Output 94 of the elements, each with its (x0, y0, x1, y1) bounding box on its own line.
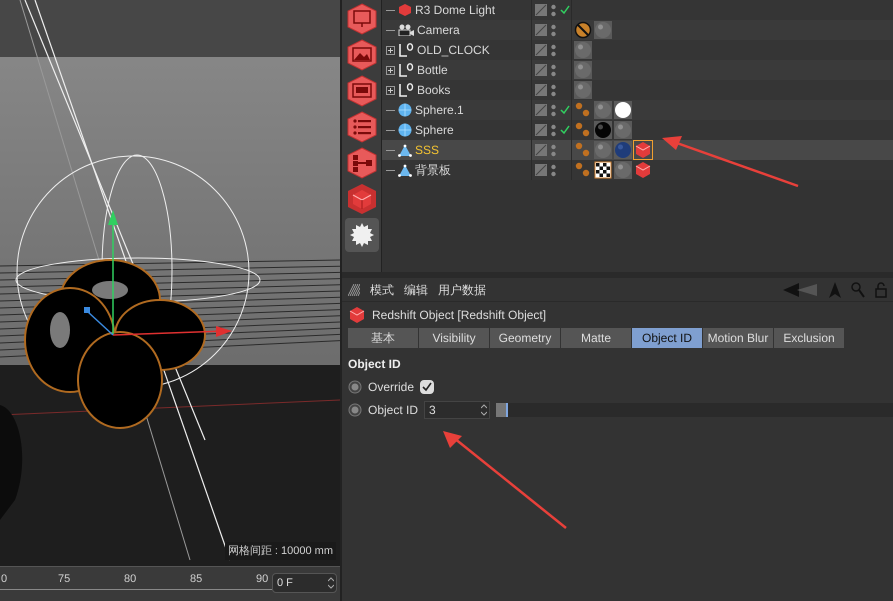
tab[interactable]: 基本 (348, 328, 418, 348)
section-heading: Object ID (347, 356, 402, 373)
material-ball-icon[interactable] (594, 121, 612, 139)
null-object-icon (398, 83, 414, 97)
frame-number: 85 (190, 572, 202, 587)
checkmark-icon (422, 382, 432, 392)
light-icon (398, 4, 412, 16)
tab[interactable]: Object ID (632, 328, 702, 348)
enabled-check-icon[interactable] (560, 125, 570, 135)
visibility-dots-icon[interactable] (551, 164, 556, 176)
timeline-ruler[interactable]: 0 75 80 85 90 (0, 567, 272, 601)
object-name: 背景板 (415, 162, 451, 179)
object-row[interactable]: Camera (382, 20, 893, 40)
frame-number: 75 (58, 572, 70, 587)
layer-toggle-icon[interactable] (535, 144, 547, 156)
layer-toggle-icon[interactable] (535, 64, 547, 76)
prohibited-icon[interactable] (574, 21, 592, 39)
visibility-dots-icon[interactable] (551, 124, 556, 136)
hierarchy-icon[interactable] (344, 146, 378, 180)
sphere-icon (398, 123, 412, 137)
grip-icon[interactable] (348, 284, 360, 296)
enabled-check-icon[interactable] (560, 105, 570, 115)
polygon-object-icon (398, 144, 412, 156)
aov-icon[interactable] (344, 74, 378, 108)
object-name: SSS (415, 142, 440, 159)
visibility-dots-icon[interactable] (551, 104, 556, 116)
object-name: Bottle (417, 62, 448, 79)
material-ball-icon[interactable] (614, 101, 632, 119)
cube-icon (348, 306, 366, 324)
visibility-dots-icon[interactable] (551, 24, 556, 36)
sphere-icon (398, 103, 412, 117)
monitor-icon[interactable] (344, 2, 378, 36)
spinner-icon[interactable] (481, 404, 488, 416)
tab[interactable]: Geometry (490, 328, 560, 348)
expand-icon[interactable] (386, 86, 395, 94)
gear-icon[interactable] (344, 218, 378, 252)
object-name: OLD_CLOCK (417, 42, 490, 59)
layer-toggle-icon[interactable] (535, 44, 547, 56)
frame-number: 90 (256, 572, 268, 587)
object-name: Books (417, 82, 450, 99)
visibility-dots-icon[interactable] (551, 84, 556, 96)
object-name: Camera (417, 22, 460, 39)
grid-spacing-label: 网格间距 : 10000 mm (224, 542, 336, 560)
animate-radio-icon[interactable] (348, 380, 362, 394)
frame-number: 0 (1, 572, 8, 587)
phong-tag-icon[interactable] (574, 101, 592, 119)
picture-icon[interactable] (344, 38, 378, 72)
layer-toggle-icon[interactable] (535, 24, 547, 36)
param-label: Override (368, 379, 414, 396)
layer-toggle-icon[interactable] (535, 4, 547, 16)
object-name: R3 Dome Light (415, 2, 496, 19)
expand-icon[interactable] (386, 46, 395, 54)
layer-toggle-icon[interactable] (535, 124, 547, 136)
visibility-dots-icon[interactable] (551, 144, 556, 156)
tab[interactable]: Visibility (419, 328, 489, 348)
animate-radio-icon[interactable] (348, 403, 362, 417)
object-row[interactable]: Sphere.1 (382, 100, 893, 120)
object-name: Sphere (415, 122, 454, 139)
polygon-object-icon (398, 164, 412, 176)
object-name: Sphere.1 (415, 102, 464, 119)
phong-tag-icon[interactable] (574, 121, 592, 139)
expand-icon[interactable] (386, 66, 395, 74)
null-object-icon (398, 43, 414, 57)
object-row[interactable]: SSS (382, 140, 893, 160)
menu-item[interactable]: 用户数据 (438, 280, 486, 298)
tab[interactable]: Matte (561, 328, 631, 348)
layer-toggle-icon[interactable] (535, 84, 547, 96)
object-row[interactable]: Bottle (382, 60, 893, 80)
checker-texture-icon[interactable] (594, 161, 612, 179)
slider-fill[interactable] (496, 403, 508, 417)
slider-track[interactable] (496, 403, 893, 417)
tab[interactable]: Exclusion (774, 328, 844, 348)
cube-tag-icon[interactable] (634, 161, 652, 179)
spinner-icon[interactable] (328, 577, 334, 589)
visibility-dots-icon[interactable] (551, 64, 556, 76)
tab[interactable]: Motion Blur (703, 328, 773, 348)
null-object-icon (398, 63, 414, 77)
frame-field[interactable]: 0 F (272, 573, 337, 593)
menu-item[interactable]: 编辑 (404, 280, 428, 298)
enabled-check-icon[interactable] (560, 5, 570, 15)
visibility-dots-icon[interactable] (551, 44, 556, 56)
object-title: Redshift Object [Redshift Object] (372, 307, 546, 324)
list-icon[interactable] (344, 110, 378, 144)
layer-toggle-icon[interactable] (535, 104, 547, 116)
menu-item[interactable]: 模式 (370, 280, 394, 298)
cube-tag-icon[interactable] (634, 141, 652, 159)
frame-number: 80 (124, 572, 136, 587)
checkbox[interactable] (420, 380, 434, 394)
camera-icon (398, 24, 414, 36)
number-field[interactable]: 3 (424, 401, 490, 419)
param-label: Object ID (368, 402, 418, 419)
visibility-dots-icon[interactable] (551, 4, 556, 16)
back-arrow-icon[interactable] (783, 282, 819, 296)
layer-toggle-icon[interactable] (535, 164, 547, 176)
